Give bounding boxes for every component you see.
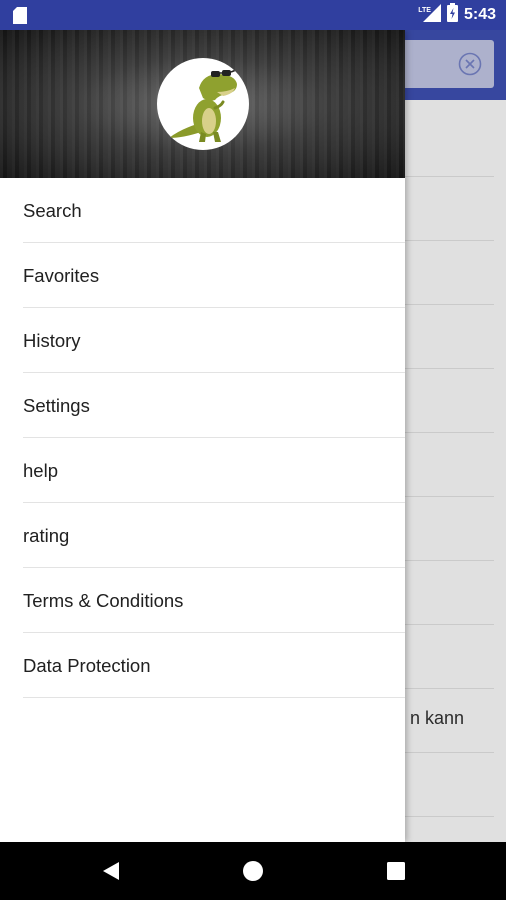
menu-item-label: Search [23, 200, 82, 221]
menu-item-label: Settings [23, 395, 90, 416]
clock: 5:43 [463, 6, 496, 23]
back-icon[interactable] [99, 859, 123, 883]
menu-item-label: Favorites [23, 265, 100, 286]
menu-item-help[interactable]: help [23, 438, 405, 503]
menu-item-label: Terms & Conditions [23, 590, 184, 611]
avatar [157, 58, 249, 150]
drawer-header [0, 30, 405, 178]
menu-item-label: Data Protection [23, 655, 151, 676]
menu-item-label: History [23, 330, 81, 351]
menu-item-label: rating [23, 525, 70, 546]
home-icon[interactable] [241, 859, 265, 883]
signal-icon [422, 3, 441, 27]
menu-item-terms[interactable]: Terms & Conditions [23, 568, 405, 633]
system-nav-bar [0, 842, 506, 900]
navigation-drawer: Search Favorites History Settings help r… [0, 30, 405, 842]
menu-item-history[interactable]: History [23, 308, 405, 373]
menu-item-search[interactable]: Search [23, 178, 405, 243]
recents-icon[interactable] [384, 859, 408, 883]
status-bar: LTE 5:43 [0, 0, 506, 30]
battery-icon [446, 3, 458, 27]
menu-item-favorites[interactable]: Favorites [23, 243, 405, 308]
sd-card-icon [13, 7, 27, 29]
drawer-menu: Search Favorites History Settings help r… [0, 178, 405, 698]
menu-item-rating[interactable]: rating [23, 503, 405, 568]
menu-item-label: help [23, 460, 58, 481]
menu-item-settings[interactable]: Settings [23, 373, 405, 438]
dinosaur-logo-icon [169, 69, 237, 142]
menu-item-data-protection[interactable]: Data Protection [23, 633, 405, 698]
